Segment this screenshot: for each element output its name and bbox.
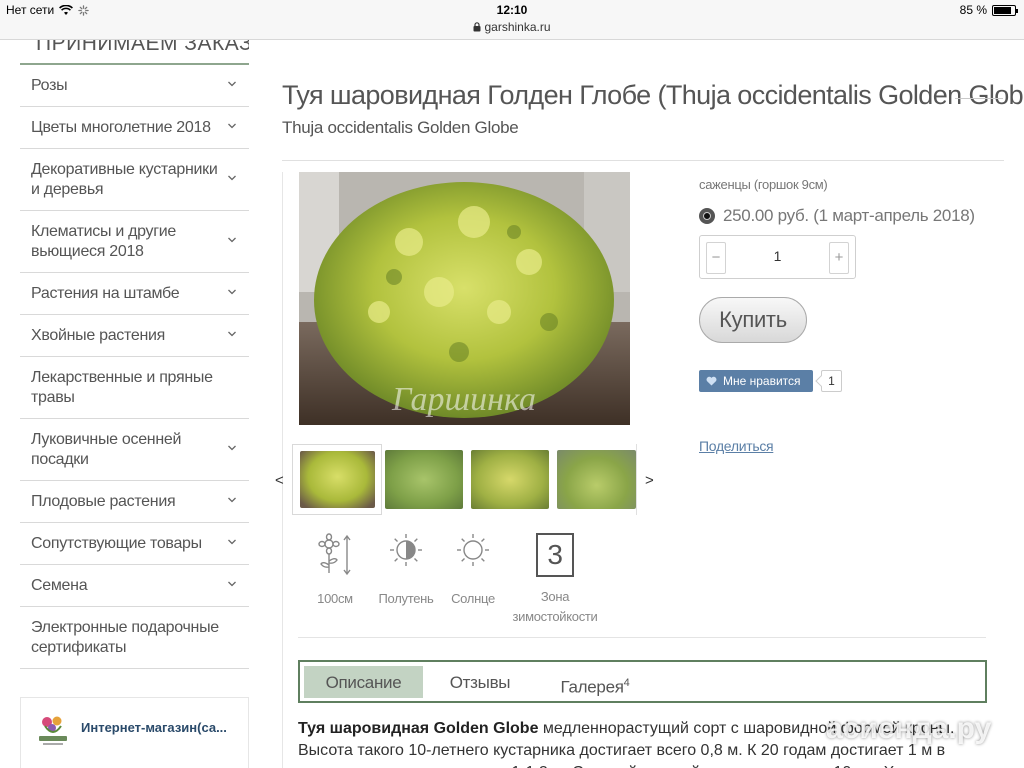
variant-label: саженцы (горшок 9см)	[699, 177, 828, 192]
shop-widget-title: Интернет-магазин(са...	[81, 720, 227, 735]
tab-description[interactable]: Описание	[304, 666, 423, 698]
address-bar-url[interactable]: garshinka.ru	[0, 20, 1024, 34]
plant-height-icon	[318, 533, 351, 576]
thumbnail[interactable]	[471, 444, 549, 515]
variant-price: 250.00 руб. (1 март-апрель 2018)	[723, 206, 975, 225]
site-watermark: асиенда.ру	[826, 712, 992, 745]
chevron-down-icon[interactable]	[227, 235, 237, 245]
ios-status-bar: Нет сети 12:10 garshinka.ru 85 %	[0, 0, 1024, 40]
feature-sun: Солнце	[448, 533, 498, 606]
sidebar-category-item[interactable]: Лекарственные и пряные травы	[20, 357, 249, 419]
like-label: Мне нравится	[723, 374, 801, 388]
sidebar-category-label: Розы	[31, 76, 68, 94]
quantity-increment-button[interactable]: +	[829, 242, 849, 274]
sidebar-category-label: Декоративные кустарники и деревья	[31, 160, 218, 198]
divider	[282, 160, 1004, 161]
thumbs-next-button[interactable]: >	[645, 472, 654, 489]
sidebar-category-item[interactable]: Растения на штамбе	[20, 273, 249, 315]
thumbnail[interactable]	[385, 444, 463, 515]
share-link[interactable]: Поделиться	[699, 438, 774, 454]
zone-number: 3	[536, 533, 574, 577]
sidebar-category-label: Лекарственные и пряные травы	[31, 368, 213, 406]
chevron-down-icon[interactable]	[227, 537, 237, 547]
battery-percent: 85 %	[959, 3, 987, 17]
sidebar-category-label: Семена	[31, 576, 88, 594]
sidebar-category-item[interactable]: Хвойные растения	[20, 315, 249, 357]
chevron-down-icon[interactable]	[227, 329, 237, 339]
sidebar-category-item[interactable]: Луковичные осенней посадки	[20, 419, 249, 481]
sun-icon	[457, 534, 489, 566]
sidebar-category-label: Сопутствующие товары	[31, 534, 202, 552]
chevron-down-icon[interactable]	[227, 287, 237, 297]
product-main-photo[interactable]: Гаршинка	[299, 172, 630, 425]
buy-button[interactable]: Купить	[699, 297, 807, 343]
thumbnail[interactable]	[292, 444, 382, 515]
chevron-down-icon[interactable]	[227, 579, 237, 589]
status-time: 12:10	[496, 3, 528, 17]
sidebar-category-label: Хвойные растения	[31, 326, 165, 344]
card-border	[282, 172, 283, 768]
sidebar-category-item[interactable]: Клематисы и другие вьющиеся 2018	[20, 211, 249, 273]
like-button[interactable]: Мне нравится	[699, 370, 813, 392]
photo-watermark-text: Гаршинка	[391, 381, 536, 418]
status-right: 85 %	[959, 3, 1018, 17]
feature-hardiness-zone: 3 Зона зимостойкости	[512, 533, 598, 627]
url-text: garshinka.ru	[484, 20, 551, 34]
sidebar-category-item[interactable]: Цветы многолетние 2018	[20, 107, 249, 149]
thumbs-prev-button[interactable]: <	[275, 472, 284, 489]
shop-widget[interactable]: Интернет-магазин(са...	[20, 697, 249, 768]
title-block: Туя шаровидная Голден Глобе (Thuja occid…	[282, 80, 1024, 111]
chevron-down-icon[interactable]	[227, 495, 237, 505]
sidebar-category-item[interactable]: Розы	[20, 65, 249, 107]
chevron-down-icon[interactable]	[227, 79, 237, 89]
quantity-stepper: − 1 +	[699, 235, 856, 279]
tab-gallery[interactable]: Галерея4	[550, 666, 640, 698]
shop-logo-icon	[39, 716, 67, 745]
page-title: Туя шаровидная Голден Глобе (Thuja occid…	[282, 80, 1024, 110]
chevron-down-icon[interactable]	[227, 173, 237, 183]
lock-icon	[473, 22, 481, 32]
quantity-input[interactable]: 1	[730, 248, 825, 264]
sidebar-category-item[interactable]: Электронные подарочные сертификаты	[20, 607, 249, 669]
sidebar-header: ПРИНИМАЕМ ЗАКАЗЫ	[20, 40, 249, 65]
category-list: Розы Цветы многолетние 2018 Декоративные к…	[20, 65, 249, 669]
feature-height: 100см	[313, 533, 357, 606]
variant-radio[interactable]	[699, 208, 715, 224]
sidebar-category-item[interactable]: Плодовые растения	[20, 481, 249, 523]
feature-partial-shade: Полутень	[378, 533, 434, 606]
sidebar-category-label: Луковичные осенней посадки	[31, 430, 182, 468]
partial-shade-icon	[390, 534, 422, 566]
sidebar-category-label: Растения на штамбе	[31, 284, 180, 302]
sidebar-category-label: Электронные подарочные сертификаты	[31, 618, 219, 656]
thumbnail[interactable]	[557, 444, 637, 515]
quantity-decrement-button[interactable]: −	[706, 242, 726, 274]
category-sidebar: ПРИНИМАЕМ ЗАКАЗЫ Розы Цветы многолетние 2…	[20, 40, 249, 669]
sidebar-category-label: Клематисы и другие вьющиеся 2018	[31, 222, 177, 260]
battery-icon	[992, 4, 1018, 16]
sidebar-category-item[interactable]: Декоративные кустарники и деревья	[20, 149, 249, 211]
tab-reviews[interactable]: Отзывы	[440, 666, 520, 698]
shrub-photo-illustration: Гаршинка	[299, 172, 630, 425]
sidebar-category-label: Цветы многолетние 2018	[31, 118, 211, 136]
sidebar-category-item[interactable]: Семена	[20, 565, 249, 607]
title-decor-line	[955, 98, 1003, 99]
sidebar-category-label: Плодовые растения	[31, 492, 176, 510]
product-tabs: Описание Отзывы Галерея4	[298, 660, 987, 703]
like-count: 1	[821, 370, 842, 392]
gallery-count: 4	[623, 677, 630, 689]
divider	[298, 637, 986, 638]
tab-gallery-label: Галерея	[560, 677, 624, 697]
chevron-down-icon[interactable]	[227, 443, 237, 453]
heart-icon	[706, 376, 717, 386]
description-lead: Туя шаровидная Golden Globe	[298, 720, 539, 737]
chevron-down-icon[interactable]	[227, 121, 237, 131]
page-subtitle: Thuja occidentalis Golden Globe	[282, 118, 519, 137]
sidebar-category-item[interactable]: Сопутствующие товары	[20, 523, 249, 565]
